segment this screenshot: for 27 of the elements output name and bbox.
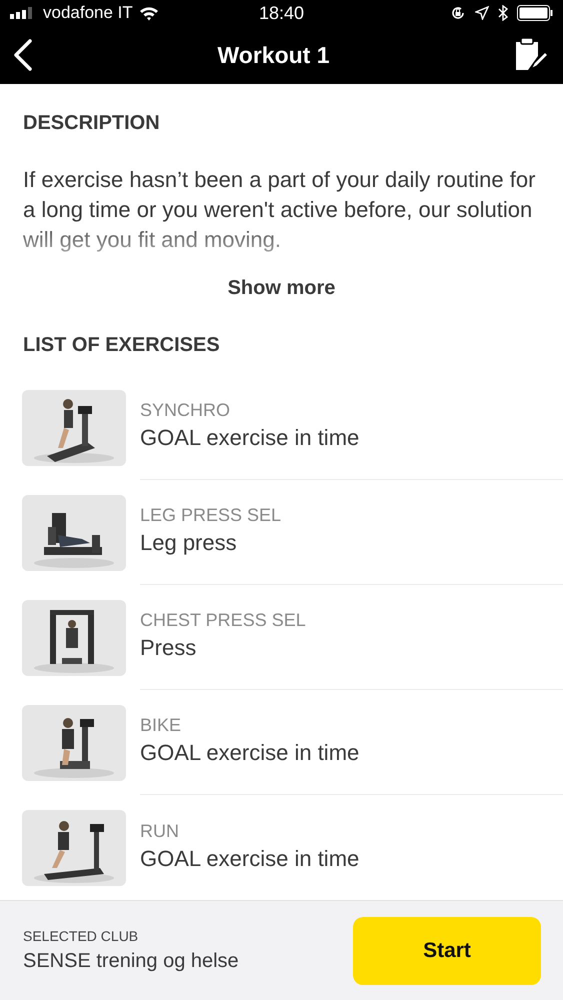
back-button[interactable] [12, 38, 34, 72]
carrier-name: vodafone IT [43, 3, 133, 24]
club-label: SELECTED CLUB [23, 928, 140, 944]
location-icon [475, 6, 490, 20]
exercise-name[interactable]: GOAL exercise in time [140, 846, 563, 872]
equipment-name: RUN [140, 820, 180, 842]
clock-time: 18:40 [258, 2, 304, 24]
description-text: If exercise hasn’t been a part of your daily routine for a long time or you weren't active before, our solution will get you fit and moving. [23, 166, 536, 254]
equipment-name: CHEST PRESS SEL [140, 610, 307, 631]
wifi-icon [138, 6, 159, 21]
battery-icon [517, 5, 554, 22]
edit-clipboard-button[interactable] [513, 38, 549, 72]
exercise-name[interactable]: Press [140, 635, 563, 661]
equipment-name: SYNCHRO [140, 400, 232, 421]
rotation-lock-icon [450, 5, 466, 22]
screen-title: Workout 1 [217, 42, 330, 69]
bluetooth-icon [498, 5, 508, 22]
show-more-link[interactable]: Show more [228, 277, 336, 300]
equipment-name: LEG PRESS SEL [140, 505, 282, 526]
exercise-name[interactable]: GOAL exercise in time [140, 425, 563, 451]
equipment-name: BIKE [140, 715, 182, 736]
start-button[interactable]: Start [353, 916, 541, 984]
section-heading: DESCRIPTION [23, 112, 161, 135]
exercise-name[interactable]: Leg press [140, 530, 563, 556]
exercise-name[interactable]: GOAL exercise in time [140, 740, 563, 766]
section-heading: LIST OF EXERCISES [23, 334, 221, 357]
club-name: SENSE trening og helse [23, 950, 239, 973]
